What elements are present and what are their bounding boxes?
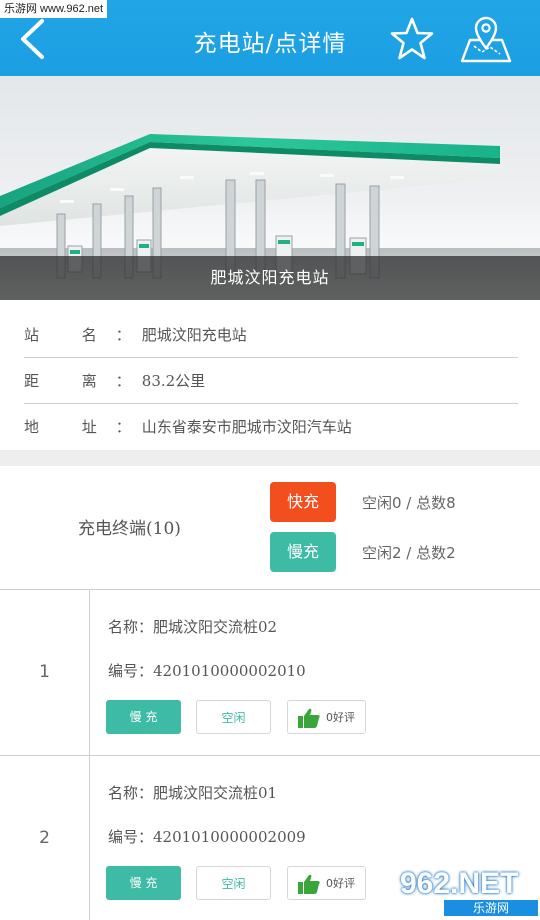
station-name-row: 站 名：肥城汶阳充电站	[24, 312, 518, 358]
like-button[interactable]: 0好评	[287, 700, 366, 734]
favorite-button[interactable]	[388, 16, 436, 62]
terminals-title: 充电终端(10)	[78, 519, 181, 539]
station-banner: 肥城汶阳充电站	[0, 76, 540, 300]
charge-type-button[interactable]: 慢 充	[106, 700, 181, 734]
pile-code: 编号：4201010000002010	[108, 662, 306, 680]
watermark-top: 乐游网 www.962.net	[0, 0, 108, 18]
like-button[interactable]: 0好评	[287, 866, 366, 900]
slow-charge-stat: 空闲2 / 总数2	[362, 544, 456, 562]
page-title: 充电站/点详情	[193, 31, 347, 57]
watermark-logo: 962.NET 乐游网	[400, 866, 538, 918]
station-distance-label: 距 离：	[24, 372, 150, 390]
station-distance-row: 距 离：83.2公里	[24, 358, 518, 404]
thumbs-up-icon	[298, 708, 320, 728]
map-pin-icon	[460, 16, 512, 63]
pile-index: 2	[0, 756, 90, 920]
slow-charge-badge[interactable]: 慢充	[270, 532, 336, 572]
pile-status-button[interactable]: 空闲	[196, 700, 271, 734]
watermark-logo-subtext: 乐游网	[444, 900, 538, 916]
thumbs-up-icon	[298, 874, 320, 894]
like-count: 0好评	[326, 877, 355, 890]
back-button[interactable]	[16, 18, 48, 60]
station-name-label: 站 名：	[24, 326, 150, 344]
pile-code: 编号：4201010000002009	[108, 828, 306, 846]
charging-terminals-summary: 充电终端(10) 快充 空闲0 / 总数8 慢充 空闲2 / 总数2	[0, 466, 540, 590]
chevron-left-icon	[21, 19, 44, 59]
star-outline-icon	[390, 17, 434, 60]
pile-name: 名称：肥城汶阳交流桩02	[108, 618, 278, 636]
charge-type-button[interactable]: 慢 充	[106, 866, 181, 900]
pile-status-button[interactable]: 空闲	[196, 866, 271, 900]
station-info: 站 名：肥城汶阳充电站 距 离：83.2公里 地 址：山东省泰安市肥城市汶阳汽车…	[0, 300, 540, 450]
station-address-label: 地 址：	[24, 418, 150, 436]
like-count: 0好评	[326, 711, 355, 724]
watermark-logo-text: 962.NET	[400, 867, 519, 900]
pile-index: 1	[0, 590, 90, 755]
station-address-row: 地 址：山东省泰安市肥城市汶阳汽车站	[24, 404, 518, 450]
station-name-value: 肥城汶阳充电站	[141, 326, 247, 344]
list-item[interactable]: 1 名称：肥城汶阳交流桩02 编号：4201010000002010 慢 充 空…	[0, 590, 540, 756]
fast-charge-stat: 空闲0 / 总数8	[362, 494, 456, 512]
pile-name: 名称：肥城汶阳交流桩01	[108, 784, 278, 802]
section-divider	[0, 450, 540, 466]
station-address-value: 山东省泰安市肥城市汶阳汽车站	[141, 418, 352, 436]
fast-charge-badge[interactable]: 快充	[270, 482, 336, 522]
banner-caption: 肥城汶阳充电站	[0, 256, 540, 300]
map-navigation-button[interactable]	[460, 14, 512, 64]
station-distance-value: 83.2公里	[141, 372, 206, 390]
